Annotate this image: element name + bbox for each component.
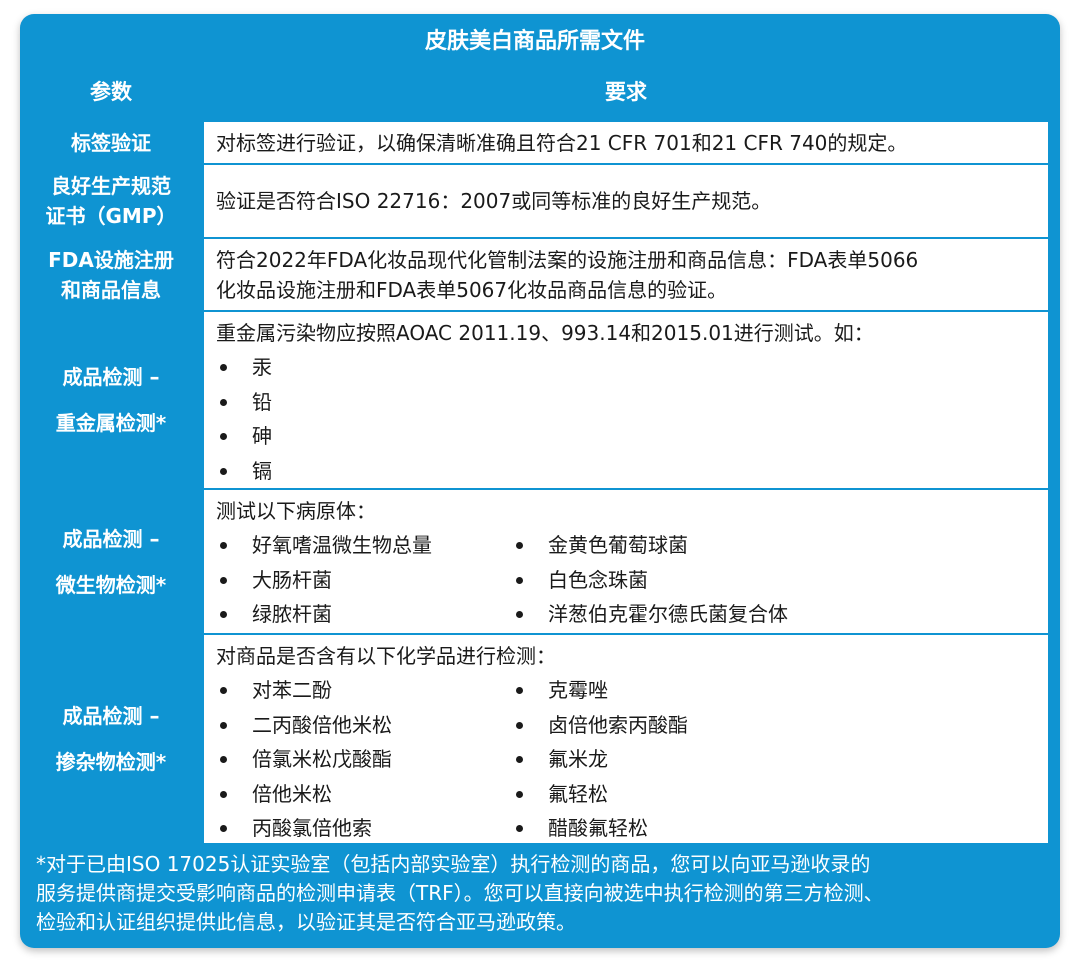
footnote-line: *对于已由ISO 17025认证实验室（包括内部实验室）执行检测的商品，您可以向… [36,852,871,876]
table-row: 标签验证 对标签进行验证，以确保清晰准确且符合21 CFR 701和21 CFR… [20,122,1050,163]
list-item: 醋酸氟轻松 [512,811,688,843]
row-requirement: 测试以下病原体： 好氧嗜温微生物总量 大肠杆菌 绿脓杆菌 金黄色葡萄球菌 白色念… [204,490,1048,633]
row-param-line: 成品检测 – [62,365,160,389]
row-param-line: 重金属检测* [55,411,167,435]
list-item: 好氧嗜温微生物总量 [216,528,512,563]
row-param: 成品检测 – 掺杂物检测* [20,635,202,843]
footnote: *对于已由ISO 17025认证实验室（包括内部实验室）执行检测的商品，您可以向… [20,845,1060,948]
row-param: 标签验证 [20,122,202,163]
row-requirement: 重金属污染物应按照AOAC 2011.19、993.14和2015.01进行测试… [204,312,1048,488]
table-row: 成品检测 – 重金属检测* 重金属污染物应按照AOAC 2011.19、993.… [20,312,1050,488]
row-param-line: 掺杂物检测* [55,750,167,774]
row-param-line: 微生物检测* [55,572,167,597]
row-requirement: 验证是否符合ISO 22716：2007或同等标准的良好生产规范。 [204,165,1048,237]
bullet-list-right: 克霉唑 卤倍他索丙酸酯 氟米龙 氟轻松 醋酸氟轻松 [512,673,688,843]
list-item: 二丙酸倍他米松 [216,708,512,743]
table-row: 成品检测 – 微生物检测* 测试以下病原体： 好氧嗜温微生物总量 大肠杆菌 绿脓… [20,490,1050,633]
requirement-intro: 重金属污染物应按照AOAC 2011.19、993.14和2015.01进行测试… [216,321,874,345]
footnote-line: 服务提供商提交受影响商品的检测申请表（TRF）。您可以直接向被选中执行检测的第三… [36,881,884,905]
list-item: 丙酸氯倍他索 [216,811,512,843]
list-item: 倍他米松 [216,777,512,812]
table-row: 成品检测 – 掺杂物检测* 对商品是否含有以下化学品进行检测： 对苯二酚 二丙酸… [20,635,1050,843]
requirement-intro: 对商品是否含有以下化学品进行检测： [216,644,556,668]
list-item: 绿脓杆菌 [216,597,512,632]
requirement-intro: 测试以下病原体： [216,499,376,523]
bullet-list-right: 金黄色葡萄球菌 白色念珠菌 洋葱伯克霍尔德氏菌复合体 [512,528,788,632]
bullet-list-left: 好氧嗜温微生物总量 大肠杆菌 绿脓杆菌 [216,528,512,632]
row-param: 成品检测 – 微生物检测* [20,490,202,633]
table-row: FDA设施注册 和商品信息 符合2022年FDA化妆品现代化管制法案的设施注册和… [20,239,1050,310]
bullet-columns: 好氧嗜温微生物总量 大肠杆菌 绿脓杆菌 金黄色葡萄球菌 白色念珠菌 洋葱伯克霍尔… [216,528,1048,632]
list-item: 汞 [216,350,1048,385]
row-param: 成品检测 – 重金属检测* [20,312,202,488]
row-param-line: 良好生产规范 [51,174,171,198]
row-param-line: 成品检测 – [62,526,160,551]
header-requirement: 要求 [204,64,1048,120]
row-param-line: FDA设施注册 [48,247,174,272]
table-title: 皮肤美白商品所需文件 [424,29,645,54]
list-item: 洋葱伯克霍尔德氏菌复合体 [512,597,788,632]
requirement-text: 化妆品设施注册和FDA表单5067化妆品商品信息的验证。 [216,277,728,302]
row-param-line: 证书（GMP） [45,204,177,228]
row-param-line: 和商品信息 [61,277,161,302]
list-item: 克霉唑 [512,673,688,708]
row-requirement: 对标签进行验证，以确保清晰准确且符合21 CFR 701和21 CFR 740的… [204,122,1048,163]
requirement-text: 对标签进行验证，以确保清晰准确且符合21 CFR 701和21 CFR 740的… [216,130,908,155]
list-item: 对苯二酚 [216,673,512,708]
header-param: 参数 [20,64,202,120]
row-requirement: 符合2022年FDA化妆品现代化管制法案的设施注册和商品信息：FDA表单5066… [204,239,1048,310]
row-requirement: 对商品是否含有以下化学品进行检测： 对苯二酚 二丙酸倍他米松 倍氯米松戊酸酯 倍… [204,635,1048,843]
table-header-row: 参数 要求 [20,64,1050,120]
bullet-columns: 对苯二酚 二丙酸倍他米松 倍氯米松戊酸酯 倍他米松 丙酸氯倍他索 克霉唑 卤倍他… [216,673,1048,843]
requirements-table-card: 皮肤美白商品所需文件 参数 要求 标签验证 对标签进行验证，以确保清晰准确且符合… [20,14,1060,948]
row-param-line: 标签验证 [71,130,151,155]
list-item: 倍氯米松戊酸酯 [216,742,512,777]
list-item: 镉 [216,454,1048,489]
footnote-line: 检验和认证组织提供此信息，以验证其是否符合亚马逊政策。 [36,910,576,934]
row-param-line: 成品检测 – [62,704,160,728]
bullet-list-left: 对苯二酚 二丙酸倍他米松 倍氯米松戊酸酯 倍他米松 丙酸氯倍他索 [216,673,512,843]
list-item: 白色念珠菌 [512,563,788,598]
list-item: 金黄色葡萄球菌 [512,528,788,563]
list-item: 氟轻松 [512,777,688,812]
requirement-text: 验证是否符合ISO 22716：2007或同等标准的良好生产规范。 [216,189,772,213]
list-item: 大肠杆菌 [216,563,512,598]
row-param: FDA设施注册 和商品信息 [20,239,202,310]
row-param: 良好生产规范 证书（GMP） [20,165,202,237]
list-item: 砷 [216,419,1048,454]
requirement-text: 符合2022年FDA化妆品现代化管制法案的设施注册和商品信息：FDA表单5066 [216,247,919,272]
table-row: 良好生产规范 证书（GMP） 验证是否符合ISO 22716：2007或同等标准… [20,165,1050,237]
bullet-list: 汞 铅 砷 镉 [216,350,1048,488]
list-item: 卤倍他索丙酸酯 [512,708,688,743]
list-item: 氟米龙 [512,742,688,777]
list-item: 铅 [216,385,1048,420]
